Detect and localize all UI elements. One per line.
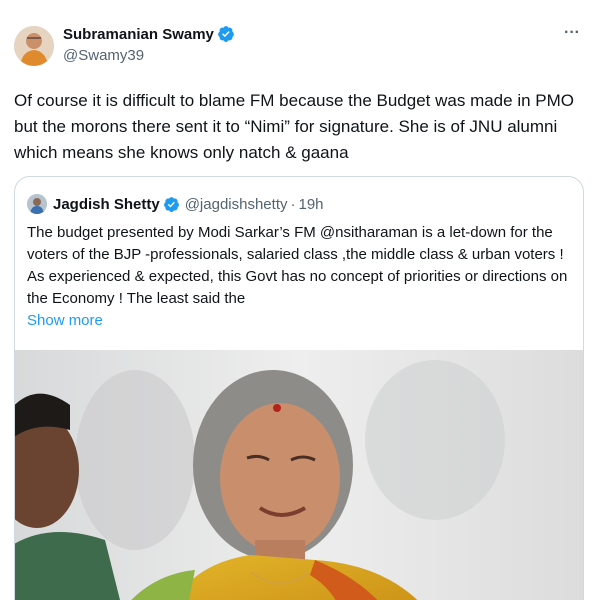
tweet: Subramanian Swamy @Swamy39 ··· Of course…: [0, 0, 600, 600]
tweet-header: Subramanian Swamy @Swamy39 ···: [14, 22, 586, 70]
quoted-handle[interactable]: @jagdishshetty: [185, 196, 288, 213]
quoted-display-name[interactable]: Jagdish Shetty: [53, 196, 160, 213]
avatar[interactable]: [14, 26, 54, 66]
quoted-tweet-header: Jagdish Shetty @jagdishshetty · 19h: [27, 194, 571, 214]
separator-dot: ·: [290, 195, 296, 213]
quoted-tweet-card[interactable]: Jagdish Shetty @jagdishshetty · 19h The …: [14, 176, 584, 600]
tweet-text: Of course it is difficult to blame FM be…: [14, 91, 574, 162]
author-info: Subramanian Swamy @Swamy39: [63, 22, 235, 64]
handle[interactable]: @Swamy39: [63, 47, 235, 64]
quoted-avatar: [27, 194, 47, 214]
display-name[interactable]: Subramanian Swamy: [63, 26, 214, 43]
verified-badge-icon: [217, 25, 235, 43]
more-options-icon[interactable]: ···: [564, 24, 580, 42]
quoted-media-image[interactable]: [15, 350, 583, 600]
quoted-tweet-text: The budget presented by Modi Sarkar’s FM…: [27, 224, 568, 307]
name-row: Subramanian Swamy: [63, 25, 235, 43]
show-more-link[interactable]: Show more: [27, 312, 103, 329]
quoted-timestamp[interactable]: 19h: [298, 196, 323, 213]
verified-badge-icon: [163, 196, 180, 213]
